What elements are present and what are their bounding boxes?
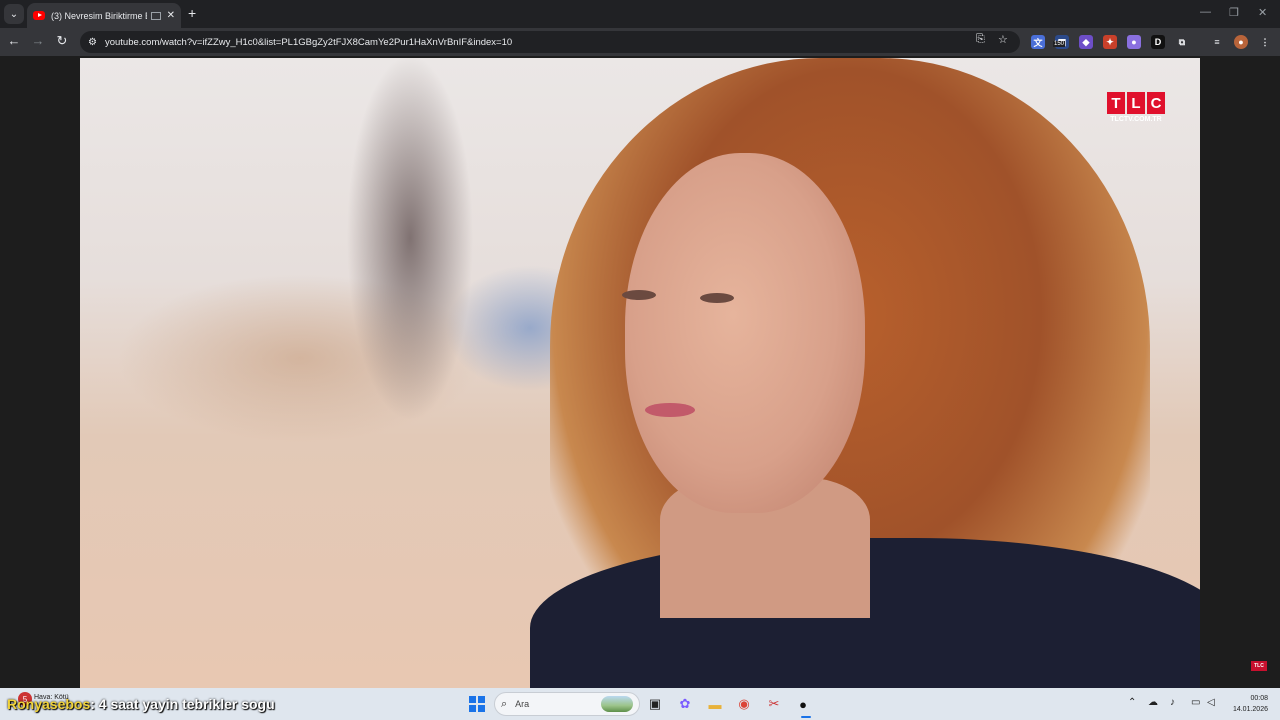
cloud-sync-icon[interactable]: ☁ xyxy=(1148,697,1158,708)
taskbar: 5 Hava: Kötü Ronyasebos: 4 saat yayin te… xyxy=(0,688,1280,720)
new-tab-button[interactable]: + xyxy=(188,5,196,21)
chat-overlay: Ronyasebos: 4 saat yayin tebrikler sogu xyxy=(7,696,275,712)
corner-tlc-logo: TLC xyxy=(1251,661,1267,671)
tlc-letter: T xyxy=(1107,92,1125,114)
page-content: T L C TLCTV.COM.TR TLC xyxy=(0,56,1280,688)
network-icon[interactable]: ▭ xyxy=(1191,697,1200,708)
tab-strip: ⌄ (3) Nevresim Biriktirme Bağı ✕ + — ❐ ✕ xyxy=(0,0,1280,28)
maximize-button[interactable]: ❐ xyxy=(1229,6,1239,19)
video-frame-lips xyxy=(645,403,695,417)
extensions-puzzle-icon[interactable]: ⧉ xyxy=(1175,35,1189,49)
shield-extension-icon[interactable]: ◆ xyxy=(1079,35,1093,49)
menu-icon[interactable]: ⋮ xyxy=(1258,35,1272,49)
video-frame-eye xyxy=(622,290,656,300)
tab-youtube[interactable]: (3) Nevresim Biriktirme Bağı ✕ xyxy=(27,3,181,28)
youtube-icon xyxy=(33,11,45,20)
volume-icon[interactable]: ◁ xyxy=(1207,697,1215,708)
video-frame-eye xyxy=(700,293,734,303)
url-text: youtube.com/watch?v=ifZZwy_H1c0&list=PL1… xyxy=(104,36,513,48)
bookmark-star-icon[interactable]: ☆ xyxy=(998,33,1008,46)
tlc-logo: T L C TLCTV.COM.TR xyxy=(1107,92,1165,123)
site-info-icon[interactable]: ⚙ xyxy=(88,37,97,48)
search-placeholder: Ara xyxy=(515,699,530,709)
browser-toolbar: ← → ↻ ⚙ youtube.com/watch?v=ifZZwy_H1c0&… xyxy=(0,28,1280,56)
file-explorer-icon[interactable]: ▬ xyxy=(705,694,725,714)
microphone-icon[interactable]: ♪ xyxy=(1170,697,1175,708)
task-view-icon[interactable]: ▣ xyxy=(645,694,665,714)
minimize-button[interactable]: — xyxy=(1200,6,1211,18)
tlc-letter: C xyxy=(1147,92,1165,114)
media-controls-icon[interactable]: ≡ xyxy=(1210,35,1224,49)
active-app-indicator xyxy=(801,716,811,718)
tlc-letter: L xyxy=(1127,92,1145,114)
clock-date: 14.01.2026 xyxy=(1232,706,1268,713)
chat-message: : 4 saat yayin tebrikler sogu xyxy=(90,696,275,712)
back-button[interactable]: ← xyxy=(5,33,23,48)
d-extension-icon[interactable]: D xyxy=(1151,35,1165,49)
show-hidden-icons[interactable]: ⌃ xyxy=(1128,697,1136,708)
video-frame-face xyxy=(625,153,865,513)
install-app-icon[interactable]: ⎘ xyxy=(976,33,985,46)
reload-button[interactable]: ↻ xyxy=(53,33,71,49)
purple-extension-icon[interactable]: ● xyxy=(1127,35,1141,49)
tab-title: (3) Nevresim Biriktirme Bağı xyxy=(51,10,147,21)
address-bar[interactable]: ⚙ youtube.com/watch?v=ifZZwy_H1c0&list=P… xyxy=(80,31,1020,53)
taskbar-search[interactable]: ⌕ Ara xyxy=(494,692,640,716)
search-highlight-image xyxy=(601,696,633,712)
start-button[interactable] xyxy=(469,696,485,712)
chrome-icon[interactable]: ◉ xyxy=(734,694,754,714)
clock-time: 00:08 xyxy=(1250,695,1268,702)
chat-username: Ronyasebos xyxy=(7,696,91,712)
forward-button[interactable]: → xyxy=(29,33,47,48)
picture-in-picture-icon[interactable] xyxy=(150,11,161,20)
close-window-button[interactable]: ✕ xyxy=(1258,6,1267,19)
tab-search-chevron-icon[interactable]: ⌄ xyxy=(4,4,24,24)
translate-extension-icon[interactable]: 文 xyxy=(1031,35,1045,49)
video-player[interactable]: T L C TLCTV.COM.TR xyxy=(80,58,1200,688)
close-tab-icon[interactable]: ✕ xyxy=(167,10,175,21)
profile-avatar[interactable]: ● xyxy=(1234,35,1248,49)
obs-icon[interactable]: ● xyxy=(793,694,813,714)
fox-extension-icon[interactable]: ✦ xyxy=(1103,35,1117,49)
snipping-tool-icon[interactable]: ✂ xyxy=(764,694,784,714)
tlc-url: TLCTV.COM.TR xyxy=(1110,116,1162,123)
copilot-icon[interactable]: ✿ xyxy=(675,694,695,714)
system-clock[interactable]: 00:08 14.01.2026 xyxy=(1228,693,1268,715)
search-icon: ⌕ xyxy=(501,697,508,710)
extension-badge: 150 xyxy=(1053,41,1066,47)
